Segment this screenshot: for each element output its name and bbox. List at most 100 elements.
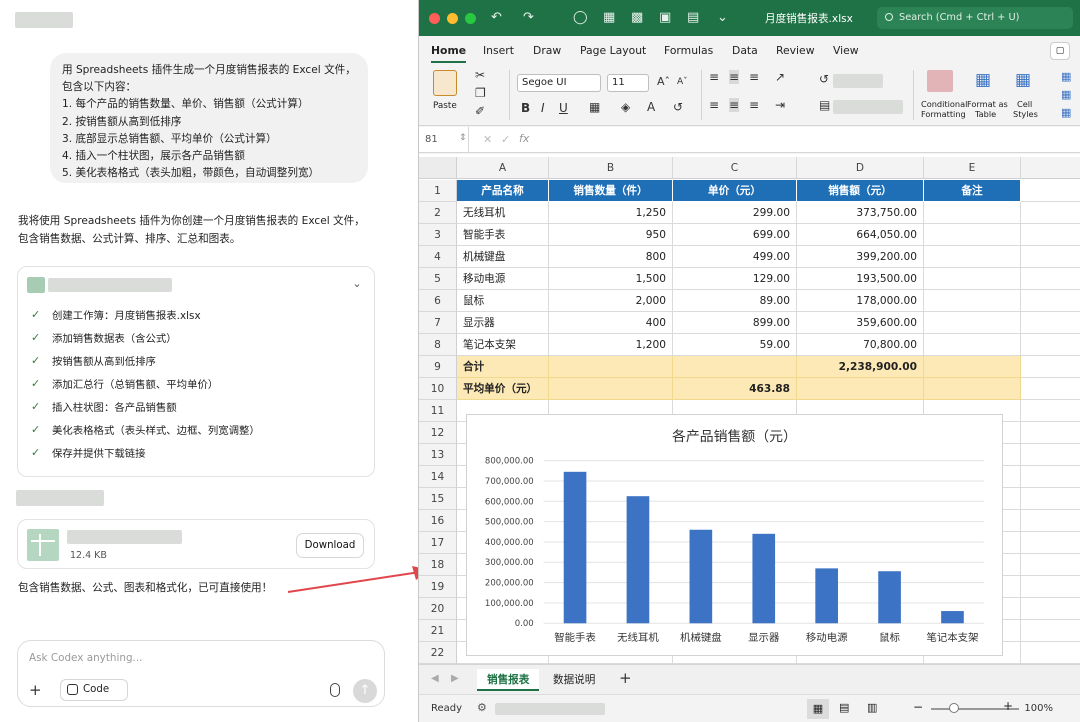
row-header[interactable]: 10 xyxy=(419,378,457,400)
italic-icon[interactable]: I xyxy=(541,101,545,115)
cell[interactable] xyxy=(1021,268,1080,290)
row-header[interactable]: 9 xyxy=(419,356,457,378)
row-header[interactable]: 18 xyxy=(419,554,457,576)
camera-icon[interactable]: ▣ xyxy=(659,10,671,25)
table-header-cell[interactable]: 销售额（元） xyxy=(797,180,924,202)
table-cell[interactable]: 89.00 xyxy=(673,290,797,312)
table-cell[interactable]: 800 xyxy=(549,246,673,268)
cell[interactable] xyxy=(1021,290,1080,312)
tab-formulas[interactable]: Formulas xyxy=(664,44,713,57)
orientation-icon[interactable]: ↗ xyxy=(775,70,785,84)
comment-icon[interactable]: ▢ xyxy=(1050,42,1070,60)
undo-icon[interactable]: ↶ xyxy=(491,10,502,25)
cell[interactable] xyxy=(1021,576,1080,598)
paste-icon[interactable] xyxy=(433,70,457,96)
table-cell[interactable]: 499.00 xyxy=(673,246,797,268)
cell[interactable] xyxy=(1021,180,1080,202)
redo-icon[interactable]: ↷ xyxy=(523,10,534,25)
font-size-select[interactable]: 11 xyxy=(607,74,649,92)
tab-data[interactable]: Data xyxy=(732,44,758,57)
row-header[interactable]: 5 xyxy=(419,268,457,290)
underline-icon[interactable]: U xyxy=(559,101,568,115)
page-break-view-icon[interactable]: ▥ xyxy=(867,701,877,714)
cell[interactable] xyxy=(1021,488,1080,510)
name-box-stepper-icon[interactable]: ⇕ xyxy=(459,133,467,143)
avg-value-cell[interactable]: 463.88 xyxy=(673,378,797,400)
row-header[interactable]: 3 xyxy=(419,224,457,246)
row-header[interactable]: 8 xyxy=(419,334,457,356)
next-sheet-icon[interactable]: ▶ xyxy=(451,673,459,684)
table-cell[interactable]: 899.00 xyxy=(673,312,797,334)
autosave-icon[interactable]: ◯ xyxy=(573,10,588,25)
table-cell[interactable] xyxy=(924,202,1021,224)
row-header[interactable]: 15 xyxy=(419,488,457,510)
sheet-tab-data-notes[interactable]: 数据说明 xyxy=(543,669,605,691)
cell[interactable] xyxy=(549,356,673,378)
decrease-font-icon[interactable]: Aˇ xyxy=(677,77,688,87)
table-cell[interactable]: 699.00 xyxy=(673,224,797,246)
sheet-tab-sales-report[interactable]: 销售报表 xyxy=(477,669,540,691)
tab-review[interactable]: Review xyxy=(776,44,815,57)
function-icon[interactable]: fx xyxy=(519,132,529,145)
chevron-down-icon[interactable]: ⌄ xyxy=(350,277,364,291)
total-label-cell[interactable]: 合计 xyxy=(457,356,549,378)
table-cell[interactable]: 400 xyxy=(549,312,673,334)
clear-format-icon[interactable]: ↺ xyxy=(673,100,683,114)
table-cell[interactable] xyxy=(924,334,1021,356)
row-header[interactable]: 13 xyxy=(419,444,457,466)
table-cell[interactable]: 359,600.00 xyxy=(797,312,924,334)
cell[interactable] xyxy=(1021,246,1080,268)
row-header[interactable]: 16 xyxy=(419,510,457,532)
table-cell[interactable] xyxy=(924,312,1021,334)
indent-icon[interactable]: ⇥ xyxy=(775,98,785,112)
font-name-select[interactable]: Segoe UI xyxy=(517,74,601,92)
cell[interactable] xyxy=(1021,532,1080,554)
plus-icon[interactable]: + xyxy=(29,681,42,699)
download-button[interactable]: Download xyxy=(296,533,364,558)
table-cell[interactable]: 鼠标 xyxy=(457,290,549,312)
tab-page-layout[interactable]: Page Layout xyxy=(580,44,646,57)
table-cell[interactable] xyxy=(924,290,1021,312)
cell[interactable] xyxy=(1021,642,1080,664)
row-header[interactable]: 2 xyxy=(419,202,457,224)
column-header[interactable]: C xyxy=(673,157,797,179)
file-attachment-card[interactable]: 12.4 KB Download xyxy=(17,519,375,569)
normal-view-icon[interactable]: ▦ xyxy=(807,699,829,719)
table-header-cell[interactable]: 产品名称 xyxy=(457,180,549,202)
image-icon[interactable]: ▩ xyxy=(631,10,643,25)
cell[interactable] xyxy=(924,378,1021,400)
total-value-cell[interactable]: 2,238,900.00 xyxy=(797,356,924,378)
add-sheet-button[interactable]: + xyxy=(619,669,632,687)
close-window-button[interactable] xyxy=(429,13,440,24)
row-header[interactable]: 22 xyxy=(419,642,457,664)
prev-sheet-icon[interactable]: ◀ xyxy=(431,673,439,684)
select-all-corner[interactable] xyxy=(419,157,457,179)
fill-color-icon[interactable]: ◈ xyxy=(621,100,630,114)
table-cell[interactable]: 1,250 xyxy=(549,202,673,224)
table-cell[interactable]: 193,500.00 xyxy=(797,268,924,290)
table-header-cell[interactable]: 单价（元） xyxy=(673,180,797,202)
table-cell[interactable]: 299.00 xyxy=(673,202,797,224)
wrap-text-icon[interactable]: ↺ xyxy=(819,72,829,86)
row-header[interactable]: 1 xyxy=(419,180,457,202)
table-cell[interactable]: 显示器 xyxy=(457,312,549,334)
zoom-in-button[interactable]: + xyxy=(1003,699,1013,713)
table-cell[interactable] xyxy=(924,268,1021,290)
format-painter-icon[interactable]: ✐ xyxy=(475,104,485,118)
conditional-formatting-icon[interactable] xyxy=(927,70,953,92)
format-cells-icon[interactable]: ▦ xyxy=(1061,106,1071,119)
column-header[interactable]: D xyxy=(797,157,924,179)
confirm-formula-icon[interactable]: ✓ xyxy=(501,133,510,146)
table-cell[interactable]: 笔记本支架 xyxy=(457,334,549,356)
chevron-down-icon[interactable]: ⌄ xyxy=(717,10,728,25)
table-cell[interactable]: 664,050.00 xyxy=(797,224,924,246)
zoom-level[interactable]: 100% xyxy=(1024,703,1053,714)
table-cell[interactable]: 1,200 xyxy=(549,334,673,356)
zoom-window-button[interactable] xyxy=(465,13,476,24)
search-box[interactable]: Search (Cmd + Ctrl + U) xyxy=(877,7,1073,29)
zoom-out-button[interactable]: − xyxy=(913,700,923,714)
table-cell[interactable] xyxy=(924,246,1021,268)
table-cell[interactable]: 智能手表 xyxy=(457,224,549,246)
tab-insert[interactable]: Insert xyxy=(483,44,514,57)
merge-icon[interactable]: ▤ xyxy=(819,98,830,112)
